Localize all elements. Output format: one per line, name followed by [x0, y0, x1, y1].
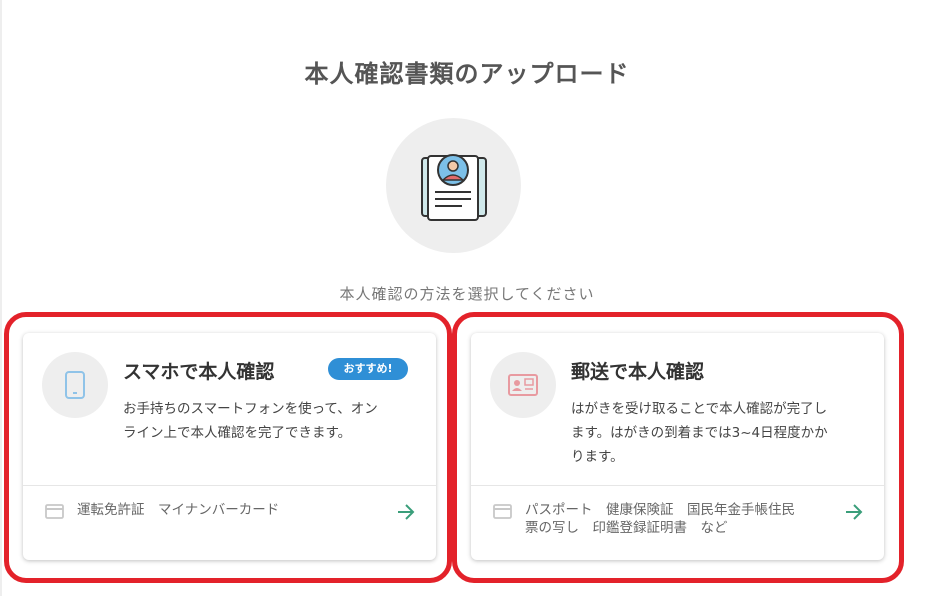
desc-line: はがきを受け取ることで本人確認が完了し [571, 401, 828, 417]
desc-line: お手持ちのスマートフォンを使って、オン [123, 401, 378, 417]
card-title: スマホで本人確認 [123, 361, 275, 383]
mail-card-icon-circle [490, 352, 556, 418]
mail-verification-card[interactable]: 郵送で本人確認 はがきを受け取ることで本人確認が完了し ます。はがきの到着までは… [471, 333, 884, 560]
credit-card-icon [493, 504, 512, 519]
mail-card-icon [508, 374, 538, 396]
recommended-badge: おすすめ! [328, 358, 408, 380]
desc-line: ます。はがきの到着までは3~4日程度かか [571, 425, 828, 441]
docs-line: 票の写し 印鑑登録証明書 など [525, 520, 728, 536]
desc-line: ります。 [571, 449, 624, 465]
desc-line: ライン上で本人確認を完了できます。 [123, 425, 352, 441]
card-title: 郵送で本人確認 [571, 361, 705, 383]
smartphone-icon-circle [42, 352, 108, 418]
docs-line: 運転免許証 マイナンバーカード [77, 502, 280, 518]
arrow-right-icon[interactable] [845, 504, 863, 520]
docs-line: パスポート 健康保険証 国民年金手帳住民 [525, 502, 795, 518]
smartphone-icon [65, 371, 85, 399]
id-document-icon [421, 154, 487, 221]
arrow-right-icon[interactable] [397, 504, 415, 520]
card-divider [471, 485, 884, 486]
card-description: お手持ちのスマートフォンを使って、オン ライン上で本人確認を完了できます。 [123, 397, 423, 445]
accepted-documents: 運転免許証 マイナンバーカード [77, 501, 377, 519]
hero-icon-circle [386, 118, 521, 253]
card-description: はがきを受け取ることで本人確認が完了し ます。はがきの到着までは3~4日程度かか… [571, 397, 871, 469]
page-subtitle: 本人確認の方法を選択してください [339, 285, 595, 303]
accepted-documents: パスポート 健康保険証 国民年金手帳住民 票の写し 印鑑登録証明書 など [525, 501, 835, 537]
credit-card-icon [45, 504, 64, 519]
smartphone-verification-card[interactable]: スマホで本人確認 おすすめ! お手持ちのスマートフォンを使って、オン ライン上で… [23, 333, 436, 560]
page-title: 本人確認書類のアップロード [304, 60, 630, 88]
card-divider [23, 485, 436, 486]
